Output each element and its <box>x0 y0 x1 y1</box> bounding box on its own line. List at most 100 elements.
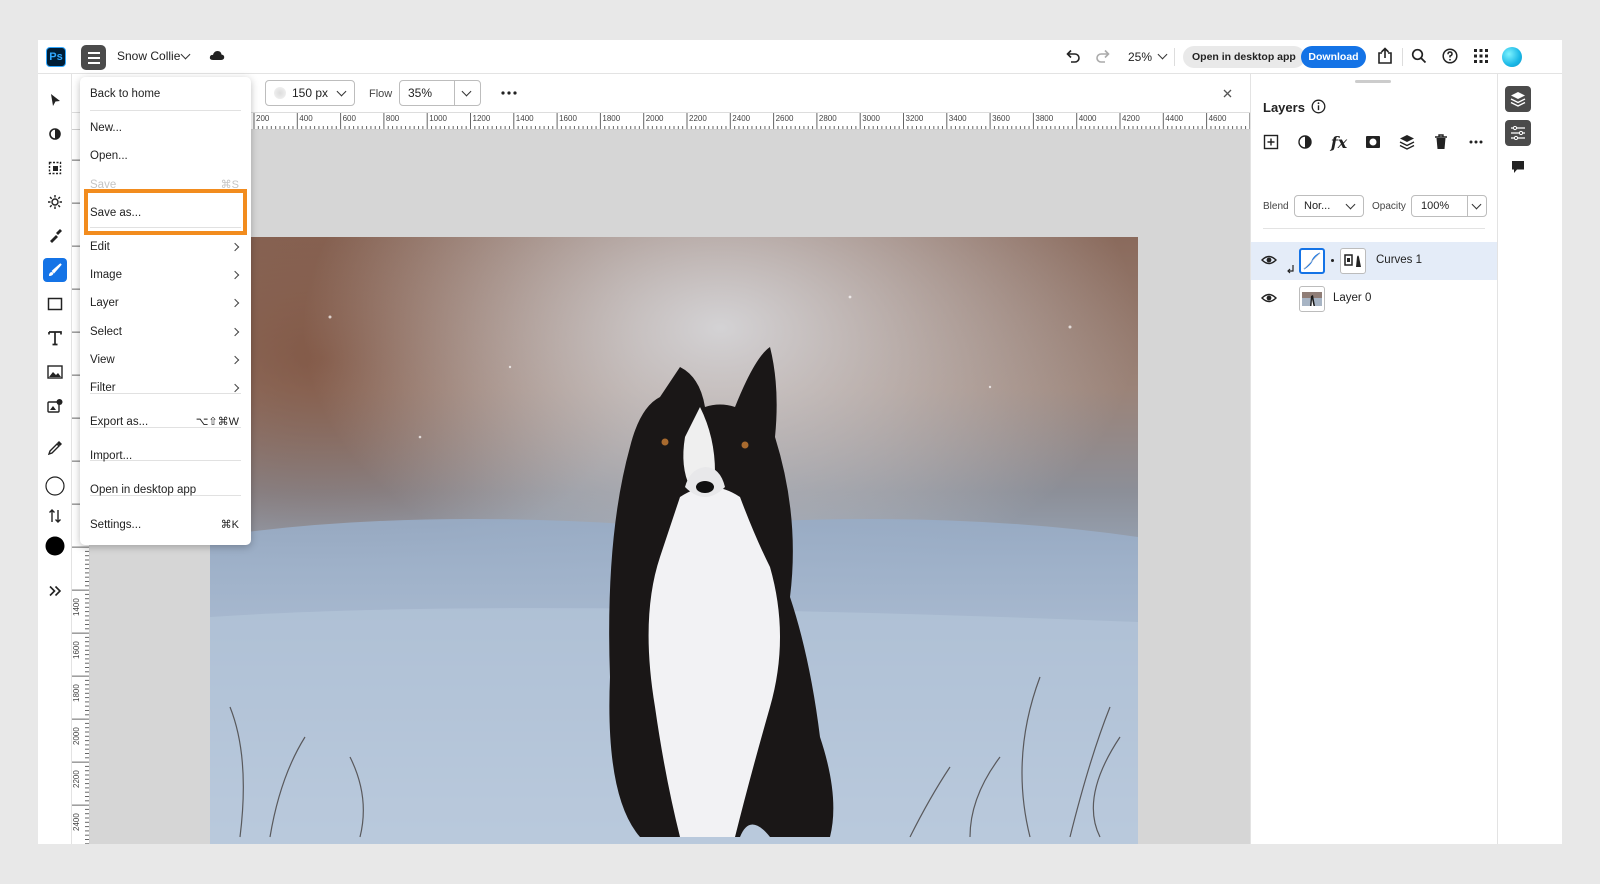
user-avatar[interactable] <box>1502 47 1522 67</box>
opacity-value: 100% <box>1421 200 1450 212</box>
document-title[interactable]: Snow Collie <box>117 49 180 63</box>
add-mask-button[interactable] <box>1363 132 1383 152</box>
arrow-pointer-icon <box>51 94 60 106</box>
eye-icon[interactable] <box>1261 254 1277 266</box>
brush-size-picker[interactable]: 150 px <box>265 80 355 106</box>
brush-tool-button[interactable] <box>43 258 67 282</box>
place-image-tool-button[interactable] <box>43 360 67 384</box>
layer-stack-button[interactable] <box>1397 132 1417 152</box>
link-dot <box>1331 259 1334 262</box>
ruler-label: 2600 <box>775 114 794 123</box>
menu-item-settings[interactable]: Settings... ⌘K <box>80 511 251 539</box>
layer-name[interactable]: Layer 0 <box>1333 292 1371 304</box>
zoom-chevron-down-icon[interactable] <box>1157 49 1168 60</box>
more-options-icon[interactable] <box>501 91 517 95</box>
canvas-area[interactable] <box>90 130 1250 844</box>
info-icon[interactable] <box>1311 99 1326 114</box>
layer-row-layer-0[interactable]: Layer 0 <box>1251 280 1498 318</box>
circle-outline-icon <box>45 476 65 496</box>
swap-colors-button[interactable] <box>43 504 67 528</box>
menu-item-view[interactable]: View <box>80 346 251 374</box>
share-icon[interactable] <box>1376 47 1394 65</box>
expand-toolbar-button[interactable] <box>43 579 67 603</box>
object-selection-tool-button[interactable] <box>43 156 67 180</box>
layer-0-thumbnail[interactable] <box>1299 286 1325 312</box>
add-layer-button[interactable] <box>1261 132 1281 152</box>
undo-icon[interactable] <box>1065 48 1081 64</box>
menu-item-label: New... <box>90 122 122 134</box>
menu-item-layer[interactable]: Layer <box>80 289 251 317</box>
delete-layer-button[interactable] <box>1431 132 1451 152</box>
chevron-down-icon[interactable] <box>180 49 191 60</box>
opacity-label: Opacity <box>1372 201 1406 212</box>
menu-item-import[interactable]: Import... <box>80 442 251 470</box>
layer-name[interactable]: Curves 1 <box>1376 254 1422 266</box>
menu-item-select[interactable]: Select <box>80 318 251 346</box>
close-icon[interactable] <box>1223 89 1232 98</box>
menu-item-open-in-desktop-app[interactable]: Open in desktop app <box>80 476 251 504</box>
menu-item-label: Open in desktop app <box>90 484 197 496</box>
eye-icon[interactable] <box>1261 292 1277 304</box>
menu-item-image[interactable]: Image <box>80 261 251 289</box>
healing-brush-icon <box>50 229 62 243</box>
chevron-down-icon <box>1345 199 1356 210</box>
menu-item-label: Select <box>90 326 122 338</box>
flow-input[interactable]: 35% <box>399 80 481 106</box>
comments-icon[interactable] <box>1511 160 1525 174</box>
type-tool-button[interactable] <box>43 326 67 350</box>
rectangle-icon <box>47 297 63 311</box>
menu-item-open[interactable]: Open... <box>80 142 251 170</box>
opacity-input[interactable]: 100% <box>1411 195 1487 217</box>
ruler-label: 4200 <box>1122 114 1140 123</box>
ruler-label: 3200 <box>905 114 924 123</box>
menu-item-label: View <box>90 354 115 366</box>
redo-icon[interactable] <box>1095 48 1111 64</box>
menu-item-label: Open... <box>90 150 128 162</box>
foreground-color-swatch[interactable] <box>43 534 67 558</box>
blend-mode-select[interactable]: Nor... <box>1294 195 1364 217</box>
ruler-label: 2200 <box>689 114 707 123</box>
main-menu-button[interactable] <box>81 45 106 70</box>
mask-thumbnail[interactable] <box>1340 248 1366 274</box>
panel-drag-handle[interactable] <box>1355 80 1391 83</box>
ruler-label: 2800 <box>818 114 837 123</box>
sliders-icon <box>1511 126 1525 140</box>
layers-panel: Layers fx Blend Nor... Opacity 100% Curv… <box>1250 74 1498 844</box>
menu-item-edit[interactable]: Edit <box>80 233 251 261</box>
menu-item-export-as[interactable]: Export as... ⌥⇧⌘W <box>80 408 251 436</box>
layers-panel-toggle[interactable] <box>1505 86 1531 112</box>
open-in-desktop-button[interactable]: Open in desktop app <box>1183 46 1305 68</box>
search-icon[interactable] <box>1411 48 1427 64</box>
snow-collie-photo[interactable] <box>210 237 1138 844</box>
generative-icon <box>47 399 63 413</box>
layer-effects-button[interactable]: fx <box>1329 132 1349 152</box>
menu-item-filter[interactable]: Filter <box>80 374 251 402</box>
menu-item-new[interactable]: New... <box>80 114 251 142</box>
properties-panel-toggle[interactable] <box>1505 120 1531 146</box>
chevron-right-icon <box>230 270 240 280</box>
zoom-level[interactable]: 25% <box>1128 50 1152 64</box>
eyedropper-tool-button[interactable] <box>43 436 67 460</box>
curves-thumbnail[interactable] <box>1299 248 1325 274</box>
adjustments-tool-button[interactable] <box>43 190 67 214</box>
generative-fill-tool-button[interactable] <box>43 394 67 418</box>
chevron-down-icon[interactable] <box>1471 199 1482 210</box>
menu-item-back-to-home[interactable]: Back to home <box>80 80 251 108</box>
rectangle-tool-button[interactable] <box>43 292 67 316</box>
background-color-swatch[interactable] <box>43 474 67 498</box>
download-button[interactable]: Download <box>1301 46 1366 68</box>
healing-tool-button[interactable] <box>43 224 67 248</box>
cloud-icon[interactable] <box>209 50 225 61</box>
layer-row-curves-1[interactable]: Curves 1 <box>1251 242 1498 280</box>
chevron-down-icon[interactable] <box>461 86 472 97</box>
layer-more-button[interactable] <box>1466 132 1486 152</box>
chevron-right-icon <box>230 298 240 308</box>
apps-grid-icon[interactable] <box>1473 48 1489 64</box>
save-as-highlight <box>84 189 247 235</box>
image-icon <box>47 365 63 379</box>
layers-panel-title: Layers <box>1263 100 1305 115</box>
help-icon[interactable] <box>1442 48 1458 64</box>
adjustment-layer-button[interactable] <box>1295 132 1315 152</box>
quick-selection-tool-button[interactable] <box>43 122 67 146</box>
move-tool-button[interactable] <box>43 88 67 112</box>
